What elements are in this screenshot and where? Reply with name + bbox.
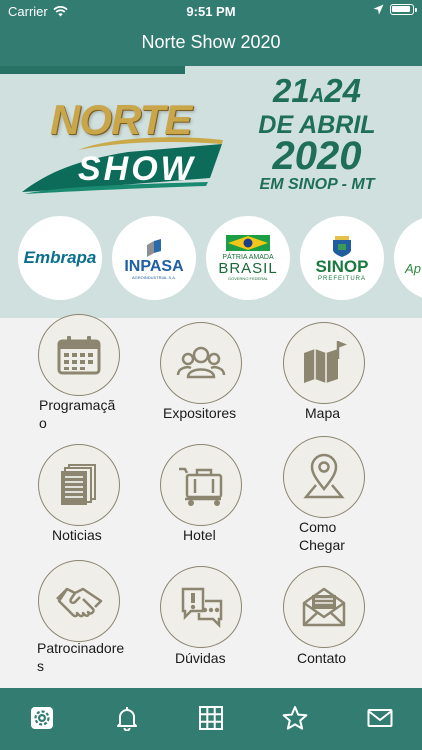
menu-item-como-chegar[interactable]: Como Chegar: [274, 436, 414, 560]
partner-name: INPASA: [124, 257, 184, 275]
menu-item-label: Expositores: [163, 405, 237, 421]
location-arrow-icon: [373, 4, 384, 15]
date-separator: A: [309, 85, 325, 107]
star-icon: [283, 706, 308, 730]
menu-item-circle: [283, 566, 365, 648]
logo-show-text: SHOW: [78, 150, 196, 188]
menu-item-label: Patrocinadores: [37, 640, 125, 674]
tab-notifications[interactable]: [84, 688, 168, 750]
date-end: 24: [324, 72, 361, 109]
tab-favorites[interactable]: [253, 688, 337, 750]
tab-menu-grid[interactable]: [169, 688, 253, 750]
partner-sinop[interactable]: SINOP PREFEITURA: [300, 216, 384, 300]
menu-item-circle: [38, 444, 120, 526]
gear-icon: [31, 707, 54, 729]
partner-subtitle: PREFEITURA: [317, 276, 366, 282]
partner-subtitle: AGROINDUSTRIAL S.A.: [131, 274, 177, 280]
menu-item-circle: [283, 436, 365, 518]
banner-stripe: [0, 66, 185, 74]
tab-bar: [0, 688, 422, 750]
partner-name: Ap: [405, 260, 421, 276]
partner-governo-federal[interactable]: PÁTRIA AMADA BRASIL GOVERNO FEDERAL: [206, 216, 290, 300]
menu-item-contato[interactable]: Contato: [274, 560, 414, 688]
menu-item-mapa[interactable]: Mapa: [274, 318, 414, 438]
menu-item-circle: [38, 314, 120, 396]
sinop-crest-icon: [333, 236, 351, 257]
mail-icon: [367, 709, 393, 727]
map-icon: [304, 341, 347, 383]
menu-item-label: Dúvidas: [175, 650, 226, 666]
newspaper-icon: [61, 464, 96, 505]
status-bar: Carrier 9:51 PM: [0, 0, 422, 22]
menu-item-label: Como Chegar: [299, 519, 345, 553]
tab-settings[interactable]: [0, 688, 84, 750]
menu-item-duvidas[interactable]: Dúvidas: [152, 560, 292, 688]
people-icon: [176, 346, 226, 379]
event-date: 21A24 DE ABRIL 2020 EM SINOP - MT: [232, 74, 402, 195]
top-bar: Carrier 9:51 PM Norte Show 2020: [0, 0, 422, 66]
menu-grid: Programação Expositores Mapa Noticias Ho…: [0, 314, 422, 688]
date-start: 21: [273, 72, 310, 109]
partner-aprosoja[interactable]: Ap: [394, 216, 422, 300]
partner-embrapa[interactable]: Embrapa: [18, 216, 102, 300]
menu-item-circle: [160, 322, 242, 404]
menu-item-noticias[interactable]: Noticias: [30, 438, 170, 560]
calendar-icon: [57, 336, 101, 375]
partner-inpasa[interactable]: INPASA AGROINDUSTRIAL S.A.: [112, 216, 196, 300]
luggage-icon: [179, 467, 223, 506]
handshake-icon: [56, 587, 103, 618]
menu-item-hotel[interactable]: Hotel: [152, 438, 292, 560]
menu-item-label: Programação: [39, 397, 116, 431]
menu-item-label: Contato: [297, 650, 347, 666]
partner-name: Embrapa: [23, 248, 97, 267]
menu-item-programacao[interactable]: Programação: [30, 314, 170, 438]
grid-icon: [199, 706, 224, 730]
partner-subtitle: GOVERNO FEDERAL: [227, 276, 268, 281]
menu-item-circle: [283, 322, 365, 404]
battery-icon: [390, 4, 417, 15]
menu-item-label: Noticias: [52, 527, 102, 543]
brazil-flag-icon: [226, 235, 270, 251]
partner-name: SINOP: [315, 257, 369, 276]
menu-item-expositores[interactable]: Expositores: [152, 318, 292, 438]
partner-name: BRASIL: [218, 260, 278, 277]
menu-item-label: Mapa: [305, 405, 341, 421]
chat-question-icon: [181, 587, 223, 629]
location-pin-icon: [303, 453, 345, 499]
tab-messages[interactable]: [338, 688, 422, 750]
event-location: EM SINOP - MT: [259, 176, 375, 193]
menu-item-patrocinadores[interactable]: Patrocinadores: [30, 560, 170, 688]
clock: 9:51 PM: [186, 4, 236, 19]
menu-item-circle: [160, 444, 242, 526]
bell-icon: [116, 707, 137, 731]
menu-item-label: Hotel: [183, 527, 216, 543]
date-year: 2020: [272, 134, 362, 178]
envelope-icon: [302, 587, 346, 627]
menu-item-circle: [38, 560, 120, 642]
page-title: Norte Show 2020: [141, 32, 281, 52]
logo-norte-text: NORTE: [50, 96, 192, 143]
event-banner: NORTE SHOW 21A24 DE ABRIL 2020 EM SINOP …: [0, 66, 422, 318]
partner-logos: Embrapa INPASA AGROINDUSTRIAL S.A. PÁTRI…: [0, 216, 422, 304]
inpasa-mark-icon: [147, 238, 161, 257]
menu-item-circle: [160, 566, 242, 648]
